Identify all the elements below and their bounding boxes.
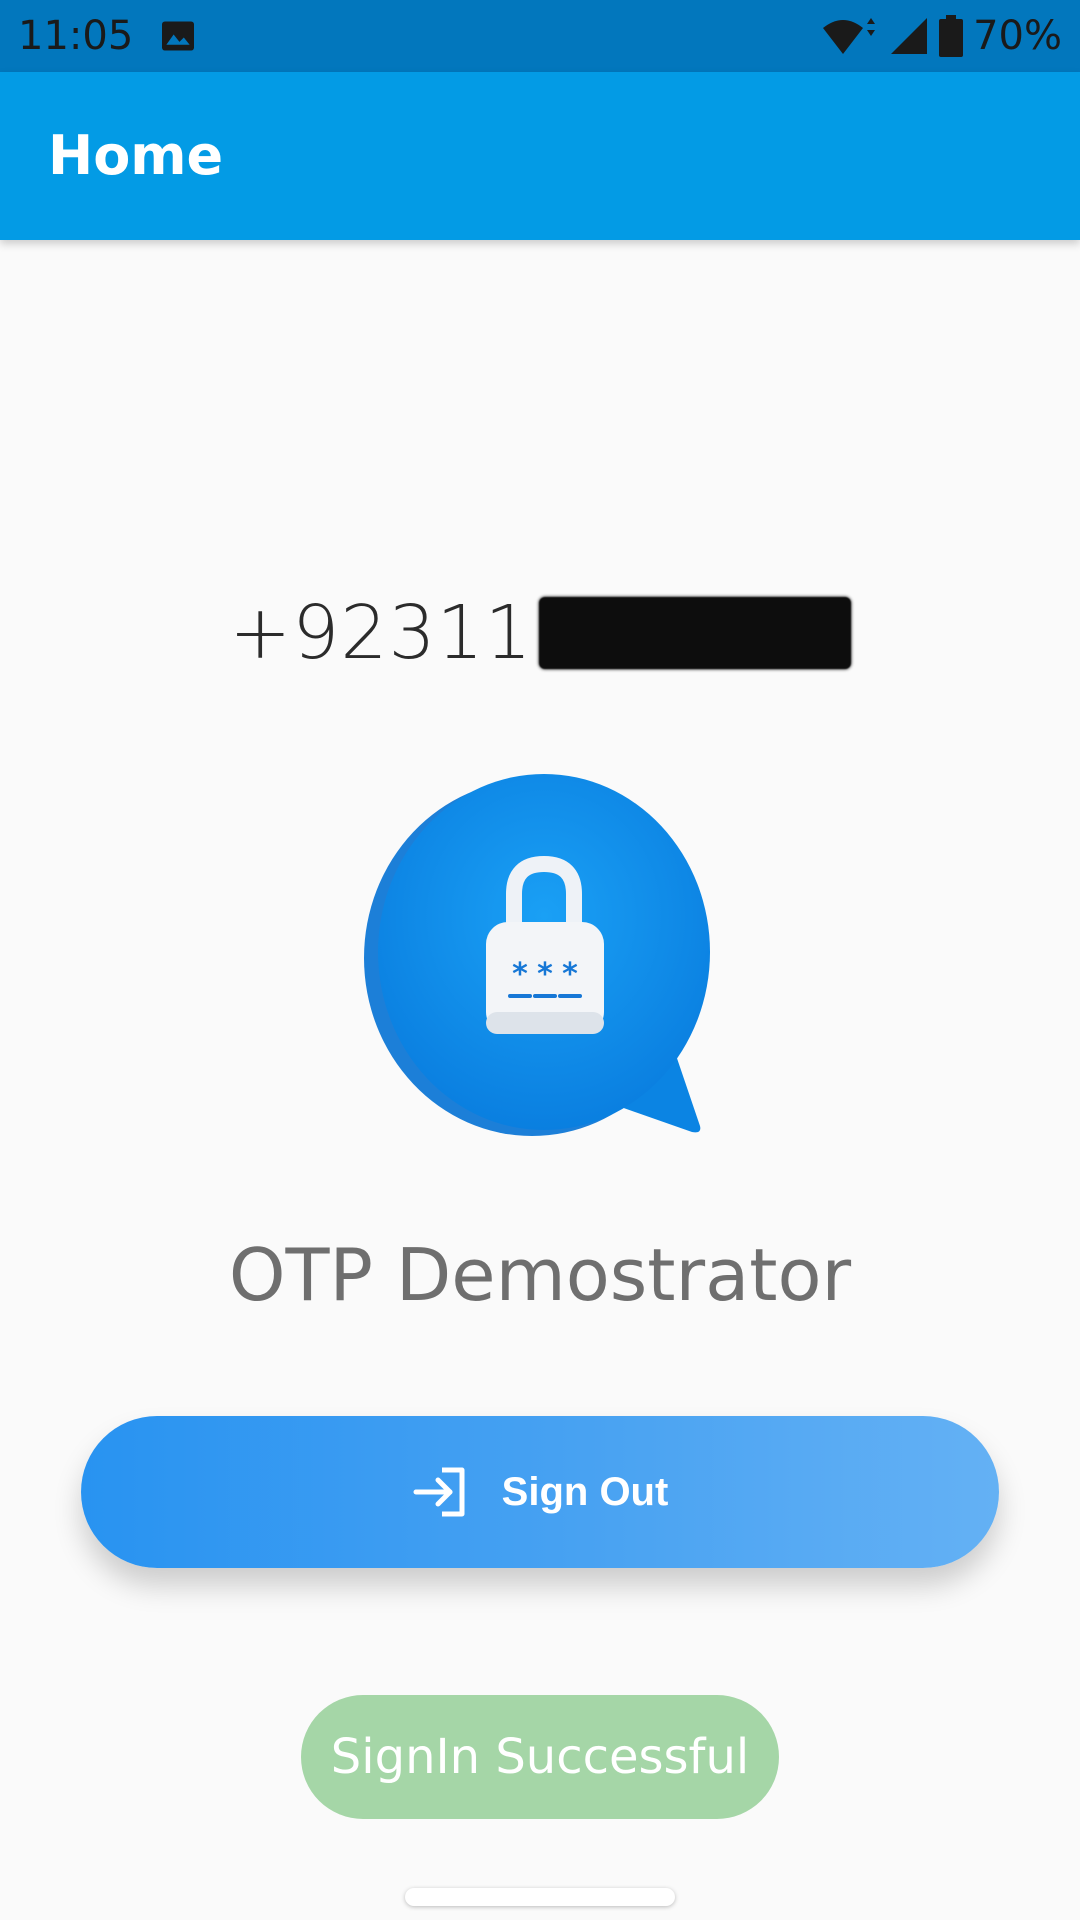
phone-number-row: +92311 [0,588,1080,678]
signin-status-label: SignIn Successful [330,1729,750,1785]
svg-text:*: * [512,957,528,992]
image-icon [162,21,194,51]
sign-out-button[interactable]: Sign Out [81,1416,999,1568]
svg-text:*: * [562,957,578,992]
status-bar: 11:05 70% [0,0,1080,72]
signin-status-badge: SignIn Successful [301,1695,779,1819]
app-bar: Home [0,72,1080,240]
sign-out-label: Sign Out [501,1469,669,1514]
battery-percent: 70% [973,13,1062,59]
phone-number-redaction [538,597,851,669]
chat-bubble-lock-icon: * * * [364,774,710,1136]
status-icons: 70% [821,10,1062,62]
home-indicator[interactable] [405,1888,675,1906]
app-name: OTP Demostrator [228,1233,852,1317]
cell-signal-icon [891,18,928,54]
svg-text:*: * [537,957,553,992]
wifi-icon [823,18,876,54]
phone-number: +92311 [229,590,533,676]
status-time: 11:05 [18,13,134,59]
page-title: Home [48,124,224,187]
battery-icon [939,15,964,57]
sign-in-arrow-icon [413,1467,465,1517]
